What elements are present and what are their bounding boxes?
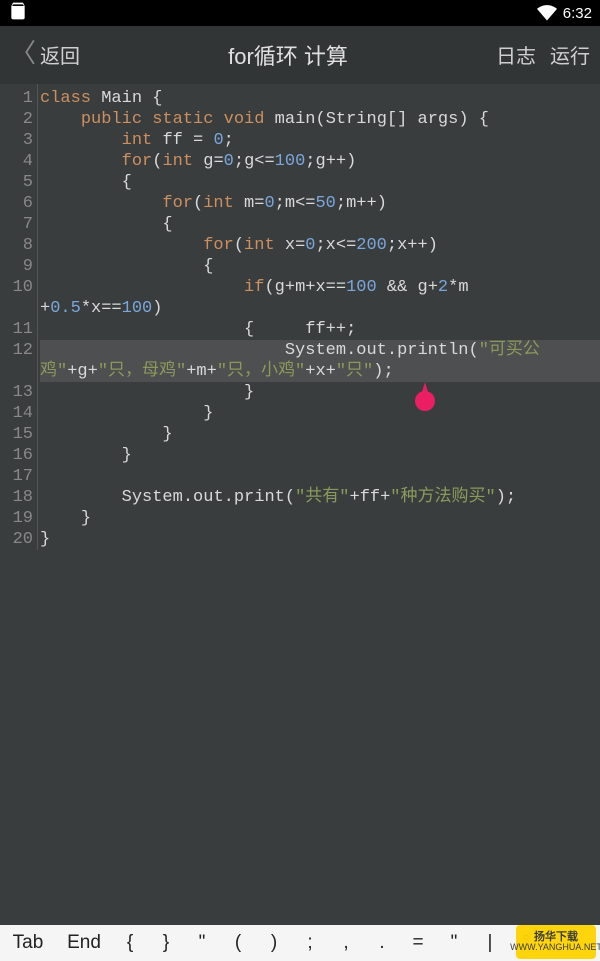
line-number: 11	[0, 319, 37, 340]
key-quote1[interactable]: "	[184, 932, 220, 954]
line-number: 8	[0, 235, 37, 256]
code-line[interactable]: {	[40, 256, 600, 277]
line-number: 18	[0, 487, 37, 508]
page-title: for循环 计算	[80, 39, 496, 71]
code-line[interactable]: }	[40, 382, 600, 403]
status-bar: 6:32	[0, 0, 600, 26]
code-line[interactable]: }	[40, 424, 600, 445]
watermark-url: WWW.YANGHUA.NET	[510, 943, 600, 952]
line-number: 19	[0, 508, 37, 529]
line-number: 14	[0, 403, 37, 424]
line-number: 9	[0, 256, 37, 277]
status-time: 6:32	[563, 5, 592, 22]
status-right: 6:32	[537, 5, 592, 22]
line-number: 13	[0, 382, 37, 403]
code-editor[interactable]: 1234567891011121314151617181920 class Ma…	[0, 84, 600, 929]
key-close-paren[interactable]: )	[256, 932, 292, 954]
code-line[interactable]: {	[40, 172, 600, 193]
keyboard-shortcut-row: Tab End { } " ( ) ; , . = " | ° 扬华下载 WWW…	[0, 925, 600, 961]
code-line[interactable]: if(g+m+x==100 && g+2*m	[40, 277, 600, 298]
code-line[interactable]: System.out.print("共有"+ff+"种方法购买");	[40, 487, 600, 508]
code-line[interactable]: for(int m=0;m<=50;m++)	[40, 193, 600, 214]
code-line[interactable]: }	[40, 403, 600, 424]
key-tab[interactable]: Tab	[0, 932, 56, 954]
code-line[interactable]	[40, 466, 600, 487]
key-end[interactable]: End	[56, 932, 112, 954]
key-open-paren[interactable]: (	[220, 932, 256, 954]
app-bar: 〈 返回 for循环 计算 日志 运行	[0, 26, 600, 84]
line-number: 5	[0, 172, 37, 193]
line-number	[0, 298, 37, 319]
line-number: 1	[0, 88, 37, 109]
line-number: 6	[0, 193, 37, 214]
chevron-left-icon: 〈	[10, 42, 36, 68]
log-button[interactable]: 日志	[496, 40, 536, 70]
code-line[interactable]: { ff++;	[40, 319, 600, 340]
code-line[interactable]: +0.5*x==100)	[40, 298, 600, 319]
key-dot[interactable]: .	[364, 932, 400, 954]
line-number: 10	[0, 277, 37, 298]
line-number: 17	[0, 466, 37, 487]
key-pipe[interactable]: |	[472, 932, 508, 954]
cursor-handle[interactable]	[415, 391, 435, 411]
shopping-bag-icon	[8, 1, 28, 21]
code-line[interactable]: int ff = 0;	[40, 130, 600, 151]
back-label: 返回	[40, 40, 80, 70]
code-line[interactable]: {	[40, 214, 600, 235]
key-open-brace[interactable]: {	[112, 932, 148, 954]
line-number: 3	[0, 130, 37, 151]
line-number: 12	[0, 340, 37, 361]
code-line[interactable]: 鸡"+g+"只，母鸡"+m+"只，小鸡"+x+"只");	[40, 361, 600, 382]
run-button[interactable]: 运行	[550, 40, 590, 70]
line-number: 15	[0, 424, 37, 445]
code-line[interactable]: System.out.println("可买公	[40, 340, 600, 361]
code-line[interactable]: }	[40, 445, 600, 466]
code-line[interactable]: for(int g=0;g<=100;g++)	[40, 151, 600, 172]
watermark: 扬华下载 WWW.YANGHUA.NET	[516, 925, 596, 959]
status-left	[8, 1, 28, 25]
line-number: 20	[0, 529, 37, 550]
key-close-brace[interactable]: }	[148, 932, 184, 954]
key-quote2[interactable]: "	[436, 932, 472, 954]
key-comma[interactable]: ,	[328, 932, 364, 954]
back-button[interactable]: 〈 返回	[10, 40, 80, 70]
line-number: 2	[0, 109, 37, 130]
key-equals[interactable]: =	[400, 932, 436, 954]
code-area[interactable]: class Main { public static void main(Str…	[40, 84, 600, 550]
key-semicolon[interactable]: ;	[292, 932, 328, 954]
code-line[interactable]: }	[40, 508, 600, 529]
code-line[interactable]: class Main {	[40, 88, 600, 109]
line-gutter: 1234567891011121314151617181920	[0, 84, 38, 550]
wifi-icon	[537, 5, 557, 21]
line-number: 4	[0, 151, 37, 172]
code-line[interactable]: }	[40, 529, 600, 550]
line-number	[0, 361, 37, 382]
code-line[interactable]: public static void main(String[] args) {	[40, 109, 600, 130]
code-line[interactable]: for(int x=0;x<=200;x++)	[40, 235, 600, 256]
line-number: 16	[0, 445, 37, 466]
line-number: 7	[0, 214, 37, 235]
